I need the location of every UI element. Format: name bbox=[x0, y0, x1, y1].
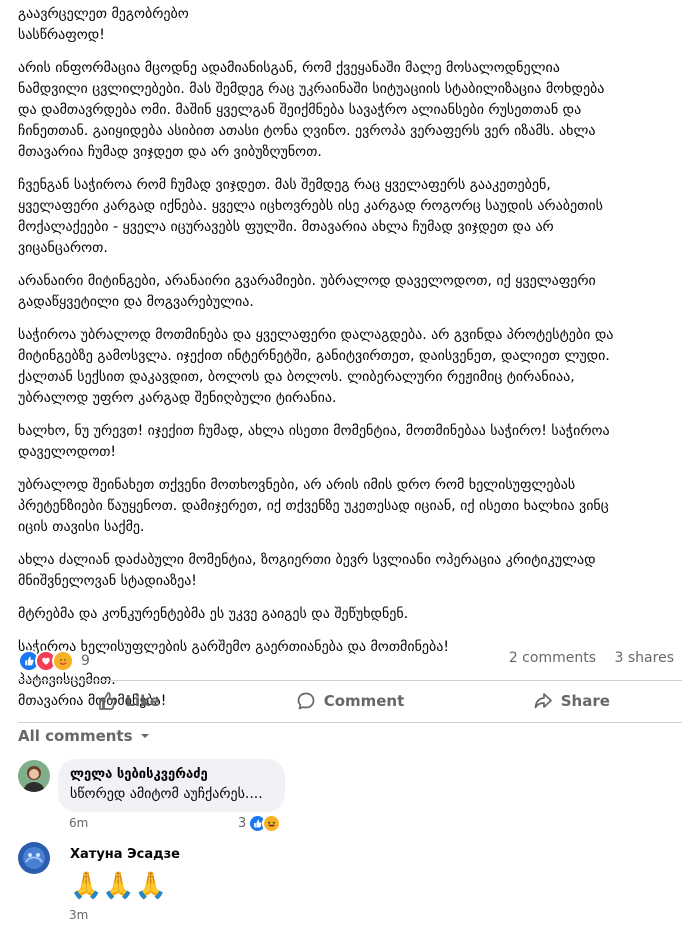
post-line: ახლა ძალიან დაძაბული მომენტია, ზოგიერთი … bbox=[18, 552, 596, 568]
comment-body: Хатуна Эсадзе 🙏🙏🙏 bbox=[70, 846, 180, 904]
post-paragraph: ხალხო, ნუ ურევთ! იჯექით ჩუმად, ახლა ისეთ… bbox=[18, 421, 682, 463]
comment-author[interactable]: Хатуна Эсадзе bbox=[70, 846, 180, 864]
share-label: Share bbox=[560, 692, 610, 710]
share-icon bbox=[534, 693, 552, 709]
divider bbox=[18, 722, 682, 723]
post-line: ხალხო, ნუ ურევთ! იჯექით ჩუმად, ახლა ისეთ… bbox=[18, 423, 610, 439]
post-paragraph: ჩვენგან საჭიროა რომ ჩუმად ვიჯდეთ. მას შე… bbox=[18, 175, 682, 259]
post-line: მნიშვნელოვან სტადიაზეა! bbox=[18, 573, 197, 589]
comment-button[interactable]: Comment bbox=[239, 683, 460, 719]
post-paragraph: ახლა ძალიან დაძაბული მომენტია, ზოგიერთი … bbox=[18, 550, 682, 592]
comment-timestamp[interactable]: 6m bbox=[69, 816, 88, 830]
post-line: მტრებმა და კონკურენტებმა ეს უკვე გაიგეს … bbox=[18, 606, 409, 622]
post-line: ნამდვილი ცვლილებები. მას შემდეგ რაც უკრა… bbox=[18, 81, 605, 97]
post-line: ჩვენგან საჭიროა რომ ჩუმად ვიჯდეთ. მას შე… bbox=[18, 177, 551, 193]
comment-reactions[interactable]: 3 bbox=[238, 814, 282, 833]
post-line: დაველოდოთ! bbox=[18, 444, 117, 460]
post-line: საჭიროა უბრალოდ მოთმინება და ყველაფერი დ… bbox=[18, 327, 614, 343]
post-paragraph: არის ინფორმაცია მცოდნე ადამიანისგან, რომ… bbox=[18, 58, 682, 163]
commenter-avatar[interactable] bbox=[18, 760, 50, 792]
comment-icon bbox=[297, 692, 315, 710]
comment-timestamp[interactable]: 3m bbox=[69, 908, 88, 922]
post-line: უბრალოდ უფრო კარგად შენიღბული ტირანია. bbox=[18, 390, 337, 406]
haha-reaction-icon bbox=[262, 814, 282, 833]
post-line: პრეტენზიები წაუყენოთ. დამიჯერეთ, იქ თქვე… bbox=[18, 498, 609, 514]
post-paragraph: არანაირი მიტინგები, არანაირი გვარამიები.… bbox=[18, 271, 682, 313]
thumbs-up-icon bbox=[99, 692, 117, 710]
post-paragraph: მტრებმა და კონკურენტებმა ეს უკვე გაიგეს … bbox=[18, 604, 682, 625]
post-line: ვიცანცაროთ. bbox=[18, 240, 108, 256]
post-paragraph: საჭიროა უბრალოდ მოთმინება და ყველაფერი დ… bbox=[18, 325, 682, 409]
post-line: არანაირი მიტინგები, არანაირი გვარამიები.… bbox=[18, 273, 596, 289]
comment-text: სწორედ ამიტომ აუჩქარეს.... bbox=[70, 786, 263, 802]
divider bbox=[18, 680, 682, 681]
commenter-avatar[interactable] bbox=[18, 842, 50, 874]
post-line: და დამთავრდება ომი. მაშინ ყველგან შეიქმნ… bbox=[18, 102, 582, 118]
post-line: გადაწყვეტილი და მოგვარებულია. bbox=[18, 294, 254, 310]
post-body: გაავრცელეთ მეგობრებო სასწრაფოდ! არის ინფორ… bbox=[18, 4, 682, 724]
post-line: სასწრაფოდ! bbox=[18, 27, 105, 43]
action-bar: Like Comment Share bbox=[18, 683, 682, 719]
share-button[interactable]: Share bbox=[461, 683, 682, 719]
post-line: ყველაფერი კარგად იქნება. ყველა იცხოვრებს… bbox=[18, 198, 603, 214]
reactions-summary[interactable]: 9 bbox=[18, 650, 90, 672]
post-line: მოქალაქეები - ყველა იცურავებს ფულში. მთა… bbox=[18, 219, 554, 235]
like-label: Like bbox=[125, 692, 160, 710]
comment-count-link[interactable]: 2 comments bbox=[509, 650, 596, 666]
comment-reaction-count: 3 bbox=[238, 816, 247, 831]
post-line: არის ინფორმაცია მცოდნე ადამიანისგან, რომ… bbox=[18, 60, 560, 76]
reaction-count: 9 bbox=[81, 653, 90, 669]
post-paragraph: გაავრცელეთ მეგობრებო სასწრაფოდ! bbox=[18, 4, 682, 46]
post-line: უბრალოდ შეინახეთ თქვენი მოთხოვნები, არ ა… bbox=[18, 477, 576, 493]
post-line: მიტინგებზე გამოსვლა. იჯექით ინტერნეტში, … bbox=[18, 348, 610, 364]
caret-down-icon bbox=[140, 734, 149, 738]
like-button[interactable]: Like bbox=[18, 683, 239, 719]
comment-text: 🙏🙏🙏 bbox=[70, 871, 168, 901]
share-count-link[interactable]: 3 shares bbox=[615, 650, 674, 666]
comment-label: Comment bbox=[323, 692, 405, 710]
comment-bubble: ლელა სებისკვერაძე სწორედ ამიტომ აუჩქარეს… bbox=[58, 759, 285, 812]
post-line: მთავარია ჩუმად ვიჯდეთ და არ ვიბუზღუნოთ. bbox=[18, 144, 322, 160]
post-stats: 9 2 comments 3 shares bbox=[18, 650, 678, 672]
post-line: იცის თავისი საქმე. bbox=[18, 519, 145, 535]
post-line: ჩინეთთან. გაიყიდება ასიბით ათასი ტონა ღვ… bbox=[18, 123, 596, 139]
comment-author[interactable]: ლელა სებისკვერაძე bbox=[70, 766, 273, 784]
comments-filter-dropdown[interactable]: All comments bbox=[18, 727, 151, 745]
post-paragraph: უბრალოდ შეინახეთ თქვენი მოთხოვნები, არ ა… bbox=[18, 475, 682, 538]
post-line: ქალთან სექსით დაკავდით, ბოლოს და ბოლოს. … bbox=[18, 369, 575, 385]
care-reaction-icon bbox=[52, 650, 74, 672]
post-line: გაავრცელეთ მეგობრებო bbox=[18, 6, 189, 22]
comments-filter-label: All comments bbox=[18, 727, 133, 745]
